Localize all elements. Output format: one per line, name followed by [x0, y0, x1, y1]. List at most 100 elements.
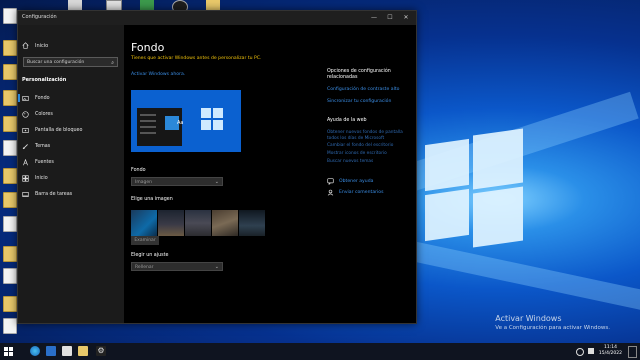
windows-logo-wallpaper [425, 128, 525, 248]
browse-button[interactable]: Examinar [131, 236, 159, 245]
sidebar-item-label: Inicio [35, 175, 48, 181]
related-settings-heading: Opciones de configuración relacionadas [327, 69, 391, 80]
web-help-link[interactable]: Buscar nuevos temas [327, 159, 411, 165]
watermark-title: Activar Windows [495, 314, 562, 323]
chevron-down-icon: ⌄ [214, 264, 219, 270]
high-contrast-link[interactable]: Configuración de contraste alto [327, 87, 411, 93]
send-feedback-label: Enviar comentarios [339, 190, 384, 196]
fit-dropdown-value: Rellenar [135, 265, 154, 270]
file-icon[interactable] [3, 268, 17, 284]
folder-icon[interactable] [3, 64, 17, 80]
search-placeholder: Buscar una configuración [27, 60, 85, 65]
sidebar-item-label: Fuentes [35, 159, 54, 165]
settings-gear-icon[interactable]: ⚙ [96, 346, 106, 356]
sidebar-item-label: Barra de tareas [35, 191, 73, 197]
folder-icon[interactable] [3, 246, 17, 262]
background-label: Fondo [131, 168, 146, 173]
sidebar-item-label: Pantalla de bloqueo [35, 127, 83, 133]
store-icon[interactable] [62, 346, 72, 356]
file-icon[interactable] [3, 140, 17, 156]
choose-image-label: Elige una imagen [131, 197, 173, 202]
chevron-down-icon: ⌄ [214, 179, 219, 185]
background-preview: Aa [131, 90, 241, 152]
sidebar-item-barra-de-tareas[interactable]: Barra de tareas [22, 190, 72, 198]
page-title: Fondo [131, 41, 165, 54]
get-help-link[interactable]: Obtener ayuda [327, 178, 411, 186]
sidebar-item-fuentes[interactable]: Fuentes [22, 158, 54, 166]
settings-window: Configuración — ☐ ✕ Inicio Buscar una co… [17, 10, 417, 324]
sidebar-item-label: Colores [35, 111, 53, 117]
get-help-label: Obtener ayuda [339, 179, 374, 185]
notification-icon[interactable] [628, 346, 637, 358]
folder-icon[interactable] [3, 90, 17, 106]
font-icon [23, 158, 28, 165]
background-dropdown[interactable]: Imagen ⌄ [131, 177, 223, 186]
window-title: Configuración [22, 14, 57, 20]
fit-label: Elegir un ajuste [131, 253, 169, 258]
help-chat-icon [327, 178, 334, 186]
taskbar: ⚙ 11:14 15/4/2022 [0, 343, 640, 360]
sidebar-item-pantalla-de-bloqueo[interactable]: Pantalla de bloqueo [22, 126, 82, 134]
image-thumbnail[interactable] [185, 210, 211, 236]
background-dropdown-value: Imagen [135, 180, 152, 185]
network-icon[interactable] [576, 348, 584, 356]
folder-icon[interactable] [3, 192, 17, 208]
folder-icon[interactable] [3, 40, 17, 56]
sidebar-item-label: Fondo [35, 95, 50, 101]
edge-icon[interactable] [30, 346, 40, 356]
image-thumbnail[interactable] [239, 210, 265, 236]
folder-icon[interactable] [3, 296, 17, 312]
clock[interactable]: 11:14 15/4/2022 [599, 345, 622, 357]
main-content: Fondo Tienes que activar Windows antes d… [131, 25, 411, 323]
image-thumbnails [131, 210, 265, 236]
brush-icon [22, 143, 28, 149]
picture-icon [22, 95, 29, 101]
fit-dropdown[interactable]: Rellenar ⌄ [131, 262, 223, 271]
sidebar-item-temas[interactable]: Temas [22, 142, 50, 150]
sidebar-item-colores[interactable]: Colores [22, 110, 53, 118]
taskbar-icon [22, 191, 29, 197]
lock-screen-icon [22, 127, 29, 133]
activation-warning: Tienes que activar Windows antes de pers… [131, 56, 262, 61]
preview-sample-text: Aa [177, 120, 184, 126]
home-nav-item[interactable]: Inicio [22, 42, 48, 49]
send-feedback-link[interactable]: Enviar comentarios [327, 189, 411, 196]
sync-settings-link[interactable]: Sincronizar tu configuración [327, 99, 411, 105]
home-icon [22, 42, 29, 49]
sidebar-item-fondo[interactable]: Fondo [18, 94, 50, 102]
image-thumbnail[interactable] [131, 210, 157, 236]
start-icon [22, 174, 29, 182]
windows-logo-icon [201, 108, 223, 130]
file-icon[interactable] [3, 318, 17, 334]
web-help-link[interactable]: Obtener nuevos fondos de pantalla todos … [327, 130, 411, 141]
folder-icon[interactable] [3, 168, 17, 184]
image-thumbnail[interactable] [158, 210, 184, 236]
section-title: Personalización [22, 77, 67, 83]
web-help-link[interactable]: Cambiar el fondo del escritorio [327, 143, 411, 149]
search-icon[interactable]: ⌕ [111, 58, 114, 68]
folder-icon[interactable] [78, 346, 88, 356]
app-icon[interactable] [46, 346, 56, 356]
preview-window [137, 108, 182, 146]
title-bar[interactable]: Configuración — ☐ ✕ [18, 11, 416, 25]
web-help-link[interactable]: Mostrar iconos de escritorio [327, 151, 411, 157]
clock-date: 15/4/2022 [598, 351, 622, 356]
home-label: Inicio [35, 42, 49, 49]
maximize-button[interactable]: ☐ [384, 13, 396, 23]
start-button[interactable] [4, 347, 13, 356]
web-help-heading: Ayuda de la web [327, 118, 367, 124]
desktop-icon[interactable] [3, 8, 17, 24]
minimize-button[interactable]: — [368, 13, 380, 23]
volume-icon[interactable] [588, 348, 594, 354]
feedback-icon [327, 189, 334, 196]
folder-icon[interactable] [3, 116, 17, 132]
close-button[interactable]: ✕ [400, 13, 412, 23]
sidebar-item-inicio[interactable]: Inicio [22, 174, 48, 182]
watermark-subtitle: Ve a Configuración para activar Windows. [495, 325, 610, 331]
file-icon[interactable] [3, 216, 17, 232]
search-input[interactable]: Buscar una configuración ⌕ [23, 57, 118, 67]
activate-windows-link[interactable]: Activar Windows ahora. [131, 72, 185, 77]
sidebar-item-label: Temas [35, 143, 51, 149]
activation-watermark: Activar Windows Ve a Configuración para … [495, 314, 610, 331]
image-thumbnail[interactable] [212, 210, 238, 236]
